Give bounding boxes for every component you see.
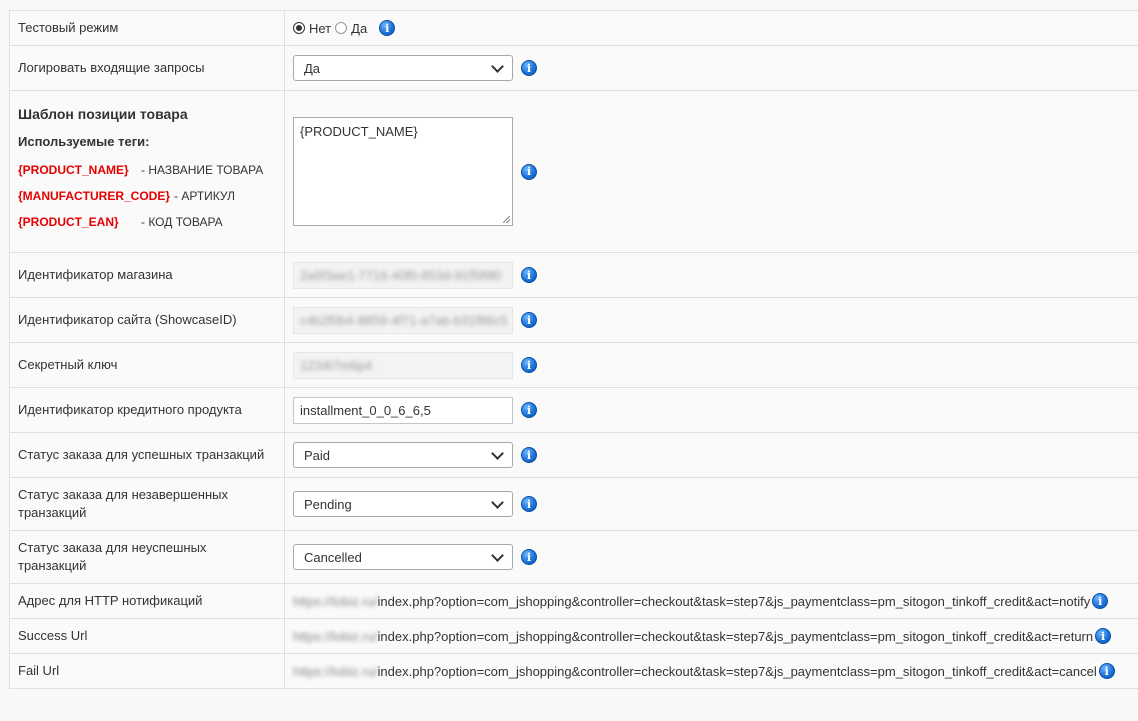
info-icon[interactable]: i <box>521 402 537 418</box>
info-icon[interactable]: i <box>1098 663 1115 679</box>
tag-desc: - КОД ТОВАРА <box>141 215 223 229</box>
tag-code: {PRODUCT_NAME} <box>18 163 129 177</box>
chevron-down-icon <box>491 495 504 509</box>
credit-product-value: installment_0_0_6_6,5 <box>300 402 431 418</box>
template-textarea[interactable]: {PRODUCT_NAME} <box>293 117 513 226</box>
url-host: https://lobiz.ru/ <box>293 628 378 644</box>
row-status-success: Статус заказа для успешных транзакций Pa… <box>9 433 1138 478</box>
label-secret-key: Секретный ключ <box>10 343 285 387</box>
row-success-url: Success Url https://lobiz.ru/ index.php?… <box>9 619 1138 654</box>
shop-id-input[interactable]: 2a5f3ae1-7716-40f0-853d-91f5f9f0 <box>293 261 513 289</box>
value-secret-key: 1234t7m6p4 i <box>285 343 1138 387</box>
credit-product-input[interactable]: installment_0_0_6_6,5 <box>293 396 513 424</box>
label-log-requests: Логировать входящие запросы <box>10 46 285 90</box>
select-value: Cancelled <box>304 549 362 565</box>
row-shop-id: Идентификатор магазина 2a5f3ae1-7716-40f… <box>9 253 1138 298</box>
row-status-pending: Статус заказа для незавершенных транзакц… <box>9 478 1138 531</box>
value-fail-url: https://lobiz.ru/ index.php?option=com_j… <box>285 654 1138 688</box>
info-icon[interactable]: i <box>379 20 396 36</box>
info-icon[interactable]: i <box>521 267 537 283</box>
info-icon[interactable]: i <box>521 357 537 373</box>
label-showcase-id: Идентификатор сайта (ShowcaseID) <box>10 298 285 342</box>
status-success-select[interactable]: Paid <box>293 442 513 468</box>
radio-yes-label: Да <box>351 20 368 36</box>
log-requests-select[interactable]: Да <box>293 55 513 81</box>
tag-code: {MANUFACTURER_CODE} <box>18 189 171 203</box>
label-shop-id: Идентификатор магазина <box>10 253 285 297</box>
tag-item: {PRODUCT_NAME} - НАЗВАНИЕ ТОВАРА <box>18 157 276 183</box>
value-status-success: Paid i <box>285 433 1138 477</box>
label-success-url: Success Url <box>10 619 285 653</box>
tag-item: {PRODUCT_EAN} - КОД ТОВАРА <box>18 209 276 235</box>
info-icon[interactable]: i <box>521 312 537 328</box>
chevron-down-icon <box>491 59 504 73</box>
secret-key-input[interactable]: 1234t7m6p4 <box>293 351 513 379</box>
value-template: {PRODUCT_NAME} i <box>285 91 1138 252</box>
row-template: Шаблон позиции товара Используемые теги:… <box>9 91 1138 253</box>
showcase-id-value: c4b2f0b4-8859-4f71-a7ab-b31f86c5 <box>300 312 508 328</box>
label-http-notify: Адрес для HTTP нотификаций <box>10 584 285 618</box>
secret-key-value: 1234t7m6p4 <box>300 357 373 373</box>
info-icon[interactable]: i <box>1095 628 1112 644</box>
url-path: index.php?option=com_jshopping&controlle… <box>377 628 1094 644</box>
row-test-mode: Тестовый режим Нет Да i <box>9 11 1138 46</box>
row-status-failed: Статус заказа для неуспешных транзакций … <box>9 531 1138 584</box>
settings-table: Тестовый режим Нет Да i Логировать входя… <box>9 10 1138 689</box>
chevron-down-icon <box>491 548 504 562</box>
row-fail-url: Fail Url https://lobiz.ru/ index.php?opt… <box>9 654 1138 689</box>
url-host: https://lobiz.ru/ <box>293 593 378 609</box>
info-icon[interactable]: i <box>521 496 537 512</box>
value-showcase-id: c4b2f0b4-8859-4f71-a7ab-b31f86c5 i <box>285 298 1138 342</box>
url-path: index.php?option=com_jshopping&controlle… <box>377 593 1091 609</box>
shop-id-value: 2a5f3ae1-7716-40f0-853d-91f5f9f0 <box>300 267 502 283</box>
url-host: https://lobiz.ru/ <box>293 663 378 679</box>
value-shop-id: 2a5f3ae1-7716-40f0-853d-91f5f9f0 i <box>285 253 1138 297</box>
showcase-id-input[interactable]: c4b2f0b4-8859-4f71-a7ab-b31f86c5 <box>293 306 513 334</box>
select-value: Да <box>304 60 321 76</box>
value-log-requests: Да i <box>285 46 1138 90</box>
url-path: index.php?option=com_jshopping&controlle… <box>377 663 1097 679</box>
label-fail-url: Fail Url <box>10 654 285 688</box>
radio-no-label: Нет <box>309 20 332 36</box>
row-showcase-id: Идентификатор сайта (ShowcaseID) c4b2f0b… <box>9 298 1138 343</box>
chevron-down-icon <box>491 446 504 460</box>
row-http-notify: Адрес для HTTP нотификаций https://lobiz… <box>9 584 1138 619</box>
label-status-failed: Статус заказа для неуспешных транзакций <box>10 531 285 583</box>
info-icon[interactable]: i <box>521 163 537 180</box>
status-pending-select[interactable]: Pending <box>293 491 513 517</box>
value-success-url: https://lobiz.ru/ index.php?option=com_j… <box>285 619 1138 653</box>
value-status-failed: Cancelled i <box>285 531 1138 583</box>
template-title: Шаблон позиции товара <box>18 106 188 122</box>
tag-desc: - НАЗВАНИЕ ТОВАРА <box>141 163 264 177</box>
select-value: Paid <box>304 447 331 463</box>
value-http-notify: https://lobiz.ru/ index.php?option=com_j… <box>285 584 1138 618</box>
info-icon[interactable]: i <box>521 549 537 565</box>
tag-code: {PRODUCT_EAN} <box>18 215 119 229</box>
select-value: Pending <box>304 496 352 512</box>
label-credit-product: Идентификатор кредитного продукта <box>10 388 285 432</box>
value-test-mode: Нет Да i <box>285 11 1138 45</box>
value-credit-product: installment_0_0_6_6,5 i <box>285 388 1138 432</box>
info-icon[interactable]: i <box>521 60 537 76</box>
info-icon[interactable]: i <box>521 447 537 463</box>
radio-no[interactable] <box>293 22 305 34</box>
row-credit-product: Идентификатор кредитного продукта instal… <box>9 388 1138 433</box>
info-icon[interactable]: i <box>1092 593 1109 609</box>
template-help: Шаблон позиции товара Используемые теги:… <box>10 91 285 252</box>
radio-yes[interactable] <box>335 22 348 34</box>
template-text: {PRODUCT_NAME} <box>300 124 418 139</box>
tag-item: {MANUFACTURER_CODE} - АРТИКУЛ <box>18 183 276 209</box>
value-status-pending: Pending i <box>285 478 1138 530</box>
status-failed-select[interactable]: Cancelled <box>293 544 513 570</box>
tags-heading: Используемые теги: <box>18 134 150 149</box>
label-status-success: Статус заказа для успешных транзакций <box>10 433 285 477</box>
tag-desc: - АРТИКУЛ <box>174 189 235 203</box>
row-log-requests: Логировать входящие запросы Да i <box>9 46 1138 91</box>
resize-handle-icon[interactable] <box>503 216 510 223</box>
label-status-pending: Статус заказа для незавершенных транзакц… <box>10 478 285 530</box>
label-test-mode: Тестовый режим <box>10 11 285 45</box>
row-secret-key: Секретный ключ 1234t7m6p4 i <box>9 343 1138 388</box>
